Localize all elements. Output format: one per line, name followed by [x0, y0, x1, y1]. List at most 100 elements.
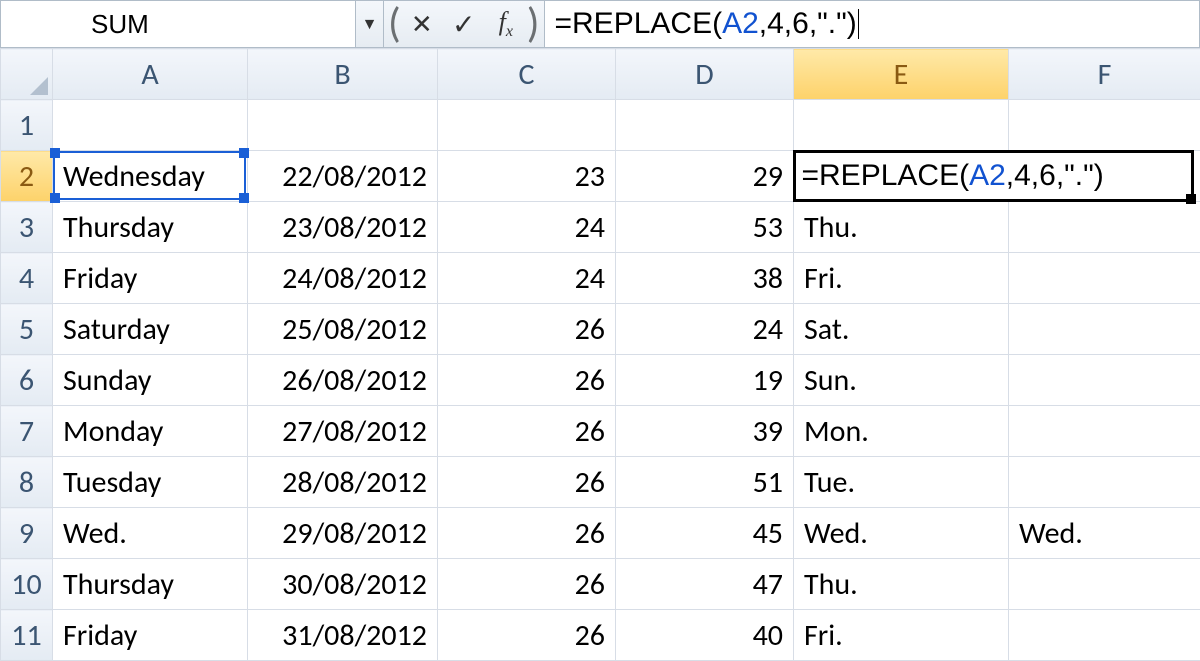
cell-C11[interactable]: 26	[438, 610, 616, 661]
sheet-table: A B C D E F 12Wednesday22/08/201223293Th…	[0, 48, 1200, 661]
cell-A7[interactable]: Monday	[53, 406, 248, 457]
cell-D7[interactable]: 39	[616, 406, 794, 457]
cell-A6[interactable]: Sunday	[53, 355, 248, 406]
cell-C10[interactable]: 26	[438, 559, 616, 610]
row-header-3[interactable]: 3	[1, 202, 53, 253]
cell-F7[interactable]	[1009, 406, 1200, 457]
enter-button[interactable]: ✓	[444, 4, 484, 44]
cell-D6[interactable]: 19	[616, 355, 794, 406]
cell-D8[interactable]: 51	[616, 457, 794, 508]
name-box-dropdown[interactable]: ▼	[356, 1, 384, 47]
cell-B3[interactable]: 23/08/2012	[248, 202, 438, 253]
cell-B5[interactable]: 25/08/2012	[248, 304, 438, 355]
cell-A10[interactable]: Thursday	[53, 559, 248, 610]
name-box[interactable]: SUM	[1, 1, 356, 47]
cancel-icon: ✕	[411, 8, 433, 40]
cell-B2[interactable]: 22/08/2012	[248, 151, 438, 202]
cell-B11[interactable]: 31/08/2012	[248, 610, 438, 661]
row-header-4[interactable]: 4	[1, 253, 53, 304]
cell-E1[interactable]	[794, 100, 1009, 151]
cell-A5[interactable]: Saturday	[53, 304, 248, 355]
cell-A1[interactable]	[53, 100, 248, 151]
cell-F5[interactable]	[1009, 304, 1200, 355]
fill-handle[interactable]	[1186, 194, 1196, 204]
cell-D9[interactable]: 45	[616, 508, 794, 559]
cell-F10[interactable]	[1009, 559, 1200, 610]
cell-A2[interactable]: Wednesday	[53, 151, 248, 202]
col-header-C[interactable]: C	[438, 49, 616, 100]
table-row: 3Thursday23/08/20122453Thu.	[1, 202, 1200, 253]
row-header-7[interactable]: 7	[1, 406, 53, 457]
cell-B7[interactable]: 27/08/2012	[248, 406, 438, 457]
cell-A3[interactable]: Thursday	[53, 202, 248, 253]
row-header-10[interactable]: 10	[1, 559, 53, 610]
cell-C6[interactable]: 26	[438, 355, 616, 406]
col-header-B[interactable]: B	[248, 49, 438, 100]
row-header-11[interactable]: 11	[1, 610, 53, 661]
row-header-2[interactable]: 2	[1, 151, 53, 202]
insert-function-button[interactable]: fx	[486, 4, 526, 44]
cell-F9[interactable]: Wed.	[1009, 508, 1200, 559]
cell-C1[interactable]	[438, 100, 616, 151]
cell-D10[interactable]: 47	[616, 559, 794, 610]
cell-C5[interactable]: 26	[438, 304, 616, 355]
cell-C3[interactable]: 24	[438, 202, 616, 253]
cell-D1[interactable]	[616, 100, 794, 151]
row-header-1[interactable]: 1	[1, 100, 53, 151]
col-header-A[interactable]: A	[53, 49, 248, 100]
row-header-8[interactable]: 8	[1, 457, 53, 508]
cell-B8[interactable]: 28/08/2012	[248, 457, 438, 508]
cell-A11[interactable]: Friday	[53, 610, 248, 661]
col-header-D[interactable]: D	[616, 49, 794, 100]
cell-E9[interactable]: Wed.	[794, 508, 1009, 559]
cell-B9[interactable]: 29/08/2012	[248, 508, 438, 559]
cell-E5[interactable]: Sat.	[794, 304, 1009, 355]
col-header-E[interactable]: E	[794, 49, 1009, 100]
cell-C9[interactable]: 26	[438, 508, 616, 559]
cell-C7[interactable]: 26	[438, 406, 616, 457]
cell-B6[interactable]: 26/08/2012	[248, 355, 438, 406]
cell-D3[interactable]: 53	[616, 202, 794, 253]
table-row: 6Sunday26/08/20122619Sun.	[1, 355, 1200, 406]
cancel-button[interactable]: ✕	[402, 4, 442, 44]
formula-input[interactable]: =REPLACE(A2,4,6,".")	[544, 1, 1200, 47]
cell-B1[interactable]	[248, 100, 438, 151]
row-header-5[interactable]: 5	[1, 304, 53, 355]
cell-C4[interactable]: 24	[438, 253, 616, 304]
col-header-F[interactable]: F	[1009, 49, 1200, 100]
table-row: 10Thursday30/08/20122647Thu.	[1, 559, 1200, 610]
editing-cell[interactable]: =REPLACE(A2,4,6,".")	[793, 150, 1194, 202]
cell-F11[interactable]	[1009, 610, 1200, 661]
cell-E8[interactable]: Tue.	[794, 457, 1009, 508]
cell-E10[interactable]: Thu.	[794, 559, 1009, 610]
editing-cell-prefix: =REPLACE(	[802, 159, 970, 193]
worksheet-grid[interactable]: A B C D E F 12Wednesday22/08/201223293Th…	[0, 48, 1200, 661]
cell-D4[interactable]: 38	[616, 253, 794, 304]
cell-D2[interactable]: 29	[616, 151, 794, 202]
editing-cell-suffix: ,4,6,".")	[1006, 159, 1104, 193]
cell-B10[interactable]: 30/08/2012	[248, 559, 438, 610]
cell-A4[interactable]: Friday	[53, 253, 248, 304]
row-header-9[interactable]: 9	[1, 508, 53, 559]
select-all-corner[interactable]	[1, 49, 53, 100]
cell-A8[interactable]: Tuesday	[53, 457, 248, 508]
cell-E11[interactable]: Fri.	[794, 610, 1009, 661]
row-header-6[interactable]: 6	[1, 355, 53, 406]
cell-F6[interactable]	[1009, 355, 1200, 406]
cell-E4[interactable]: Fri.	[794, 253, 1009, 304]
cell-C8[interactable]: 26	[438, 457, 616, 508]
table-row: 9Wed.29/08/20122645Wed.Wed.	[1, 508, 1200, 559]
paren-left-icon: (	[388, 3, 401, 45]
cell-B4[interactable]: 24/08/2012	[248, 253, 438, 304]
cell-F4[interactable]	[1009, 253, 1200, 304]
cell-F3[interactable]	[1009, 202, 1200, 253]
cell-D11[interactable]: 40	[616, 610, 794, 661]
cell-E7[interactable]: Mon.	[794, 406, 1009, 457]
cell-F1[interactable]	[1009, 100, 1200, 151]
cell-A9[interactable]: Wed.	[53, 508, 248, 559]
cell-E6[interactable]: Sun.	[794, 355, 1009, 406]
cell-E3[interactable]: Thu.	[794, 202, 1009, 253]
cell-C2[interactable]: 23	[438, 151, 616, 202]
cell-F8[interactable]	[1009, 457, 1200, 508]
cell-D5[interactable]: 24	[616, 304, 794, 355]
